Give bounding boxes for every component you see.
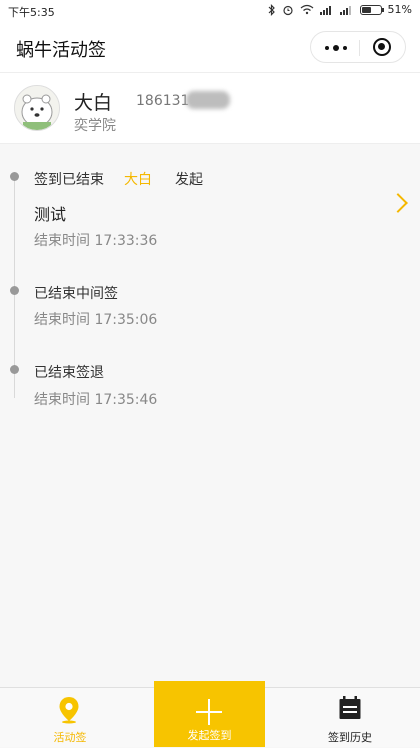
- calendar-icon: [339, 696, 361, 719]
- miniprogram-capsule: [310, 31, 406, 63]
- timeline-dot: [10, 286, 19, 295]
- battery-icon: [359, 4, 384, 15]
- status-icons: 51%: [268, 3, 412, 16]
- user-school: 奕学院: [74, 118, 116, 134]
- first-end-time: 结束时间 17:33:36: [34, 233, 158, 249]
- page-title: 蜗牛活动签: [16, 40, 106, 61]
- first-status: 签到已结束: [34, 172, 104, 188]
- status-time: 下午5:35: [8, 6, 55, 19]
- activity-title[interactable]: 测试: [34, 201, 66, 225]
- second-status: 已结束中间签: [34, 286, 118, 302]
- wifi-icon: [300, 4, 313, 15]
- avatar: [14, 85, 60, 131]
- initiator-name[interactable]: 大白: [124, 169, 152, 189]
- tab-label: 发起签到: [187, 729, 232, 742]
- tab-label: 活动签: [53, 731, 87, 744]
- second-end-time: 结束时间 17:35:06: [34, 312, 158, 328]
- close-miniprogram-icon[interactable]: [373, 38, 391, 56]
- timeline-dot: [10, 365, 19, 374]
- tab-start-sign[interactable]: 发起签到: [154, 681, 265, 747]
- user-name: 大白: [74, 92, 113, 114]
- battery-percent: 51%: [387, 3, 412, 16]
- third-end-time: 结束时间 17:35:46: [34, 392, 158, 408]
- phone-redaction: [186, 91, 230, 109]
- user-card: 大白 186131 奕学院: [0, 72, 420, 144]
- signal-icon: [319, 5, 331, 15]
- capsule-divider: [359, 40, 360, 56]
- signal-icon-2: [339, 5, 351, 15]
- location-pin-icon: [59, 697, 79, 724]
- third-status: 已结束签退: [34, 365, 104, 381]
- initiator-action: 发起: [175, 172, 203, 188]
- bluetooth-icon: [268, 3, 275, 16]
- chevron-right-icon[interactable]: [388, 193, 408, 213]
- tab-label: 签到历史: [328, 731, 372, 744]
- tab-activity-sign[interactable]: 活动签: [0, 688, 140, 748]
- timeline-dot: [10, 172, 19, 181]
- alarm-icon: [282, 5, 293, 15]
- polar-bear-avatar-icon: [15, 86, 59, 130]
- tab-sign-history[interactable]: 签到历史: [280, 688, 420, 748]
- more-icon[interactable]: [325, 45, 347, 51]
- user-phone: 186131: [136, 93, 190, 109]
- status-bar: 下午5:35 51%: [0, 0, 420, 22]
- nav-bar: 蜗牛活动签: [0, 22, 420, 72]
